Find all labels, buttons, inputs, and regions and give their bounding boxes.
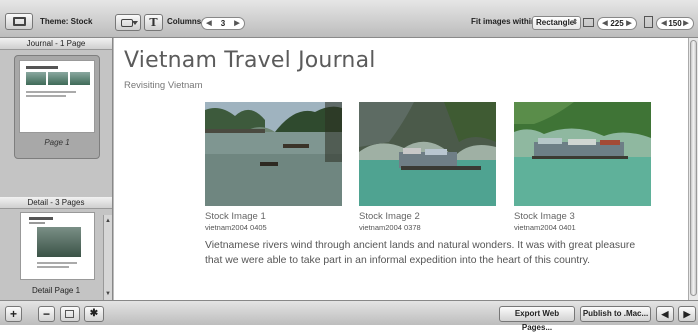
page-sidebar: Journal - 1 Page Page 1 Detail - 3 Pages bbox=[0, 38, 113, 300]
gear-icon: ✱ bbox=[89, 308, 99, 319]
preview-title bbox=[26, 66, 58, 69]
photo-menu-button[interactable] bbox=[115, 14, 141, 31]
theme-label: Theme: Stock bbox=[40, 17, 93, 26]
add-page-button[interactable]: + bbox=[5, 306, 22, 322]
bottom-bar: + − ✱ Export Web Pages... Publish to .Ma… bbox=[0, 300, 698, 332]
journal-section-header[interactable]: Journal - 1 Page bbox=[0, 38, 112, 50]
height-stepper[interactable]: ◀ 150 ▶ bbox=[656, 17, 694, 30]
app-window: Theme: Stock T Columns: ◀ 3 ▶ Fit images… bbox=[0, 0, 698, 332]
photo-2[interactable] bbox=[359, 102, 496, 206]
export-web-pages-button[interactable]: Export Web Pages... bbox=[499, 306, 575, 332]
photo-3-caption[interactable]: Stock Image 3 bbox=[514, 211, 575, 222]
journal-page-thumbnail[interactable]: Page 1 bbox=[14, 55, 100, 159]
photo-2-caption[interactable]: Stock Image 2 bbox=[359, 211, 420, 222]
columns-label: Columns: bbox=[167, 17, 204, 26]
page-body-text[interactable]: Vietnamese rivers wind through ancient l… bbox=[205, 238, 655, 268]
detail-thumbnail-caption: Detail Page 1 bbox=[31, 286, 81, 295]
increment-icon[interactable]: ▶ bbox=[624, 18, 634, 29]
decrement-icon[interactable]: ◀ bbox=[204, 18, 214, 29]
detail-page-thumbnail[interactable] bbox=[20, 212, 95, 280]
layout-button[interactable] bbox=[60, 306, 80, 322]
preview-text-line bbox=[37, 266, 69, 268]
photo-1-caption[interactable]: Stock Image 1 bbox=[205, 211, 266, 222]
photo-3-id: vietnam2004 0401 bbox=[514, 223, 576, 232]
journal-thumbnail-caption: Page 1 bbox=[44, 138, 70, 147]
preview-image bbox=[48, 72, 68, 85]
theme-button[interactable] bbox=[5, 13, 33, 30]
columns-stepper[interactable]: ◀ 3 ▶ bbox=[201, 17, 245, 30]
scroll-up-icon[interactable]: ▲ bbox=[105, 218, 111, 224]
theme-icon bbox=[13, 17, 26, 26]
previous-page-button[interactable]: ◀ bbox=[656, 306, 674, 322]
width-stepper[interactable]: ◀ 225 ▶ bbox=[597, 17, 637, 30]
chevron-down-icon bbox=[132, 21, 138, 25]
detail-section: Detail Page 1 bbox=[0, 209, 112, 300]
gear-button[interactable]: ✱ bbox=[84, 306, 104, 322]
page-subtitle[interactable]: Revisiting Vietnam bbox=[124, 80, 203, 91]
page-scrollbar[interactable] bbox=[688, 38, 698, 300]
arrow-right-icon: ▶ bbox=[683, 309, 691, 319]
width-icon bbox=[583, 18, 594, 27]
fit-label: Fit images within: bbox=[471, 17, 539, 26]
preview-text-line bbox=[26, 91, 76, 93]
photo-3[interactable] bbox=[514, 102, 651, 206]
width-value: 225 bbox=[610, 19, 624, 28]
cliff-houses-image bbox=[359, 102, 496, 206]
page-title[interactable]: Vietnam Travel Journal bbox=[124, 48, 376, 73]
publish-to-mac-button[interactable]: Publish to .Mac... bbox=[580, 306, 651, 322]
height-value: 150 bbox=[668, 19, 682, 28]
detail-section-header[interactable]: Detail - 3 Pages bbox=[0, 197, 112, 209]
preview-image bbox=[26, 72, 46, 85]
scroll-down-icon[interactable]: ▼ bbox=[105, 291, 111, 297]
scrollbar-thumb[interactable] bbox=[690, 40, 697, 296]
preview-subtitle bbox=[29, 222, 45, 224]
height-icon bbox=[644, 16, 653, 28]
columns-value: 3 bbox=[220, 19, 226, 28]
page-canvas: Vietnam Travel Journal Revisiting Vietna… bbox=[114, 38, 688, 300]
preview-image bbox=[70, 72, 90, 85]
preview-title bbox=[29, 217, 53, 220]
preview-text-line bbox=[26, 95, 66, 97]
page-preview bbox=[19, 60, 95, 133]
select-arrows-icon: ⇕ bbox=[572, 19, 578, 26]
preview-image bbox=[37, 227, 81, 257]
preview-text-line bbox=[37, 262, 77, 264]
photo-1[interactable] bbox=[205, 102, 342, 206]
sidebar-scrollbar[interactable]: ▲ ▼ bbox=[103, 215, 112, 300]
fit-select[interactable]: Rectangle ⇕ bbox=[532, 16, 581, 30]
fit-select-value: Rectangle bbox=[536, 18, 575, 27]
journal-section: Page 1 bbox=[0, 50, 112, 197]
increment-icon[interactable]: ▶ bbox=[681, 18, 691, 29]
remove-page-button[interactable]: − bbox=[38, 306, 55, 322]
floating-village-image bbox=[514, 102, 651, 206]
toolbar: Theme: Stock T Columns: ◀ 3 ▶ Fit images… bbox=[0, 0, 698, 38]
decrement-icon[interactable]: ◀ bbox=[659, 18, 669, 29]
arrow-left-icon: ◀ bbox=[661, 309, 669, 319]
photo-1-id: vietnam2004 0405 bbox=[205, 223, 267, 232]
increment-icon[interactable]: ▶ bbox=[232, 18, 242, 29]
river-boats-image bbox=[205, 102, 342, 206]
layout-icon bbox=[65, 310, 74, 318]
photo-2-id: vietnam2004 0378 bbox=[359, 223, 421, 232]
decrement-icon[interactable]: ◀ bbox=[600, 18, 610, 29]
next-page-button[interactable]: ▶ bbox=[678, 306, 696, 322]
text-button[interactable]: T bbox=[144, 14, 163, 31]
